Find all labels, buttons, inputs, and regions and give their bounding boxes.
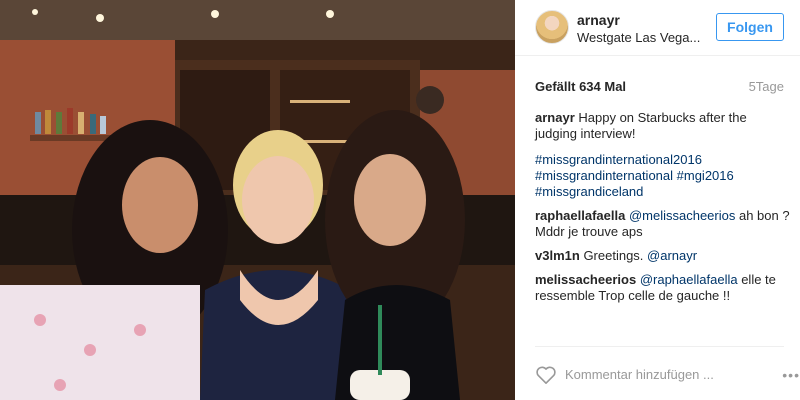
post-photo[interactable] [0, 0, 515, 400]
comment-username[interactable]: v3lm1n [535, 248, 580, 263]
caption: arnayr Happy on Starbucks after the judg… [535, 110, 790, 200]
post-panel: arnayr Westgate Las Vega... Folgen Gefäl… [515, 0, 800, 400]
comment-mention[interactable]: @raphaellafaella [640, 272, 738, 287]
comment-mention[interactable]: @arnayr [647, 248, 697, 263]
heart-icon[interactable] [535, 365, 557, 385]
follow-button[interactable]: Folgen [716, 13, 784, 41]
comment: v3lm1n Greetings. @arnayr [535, 248, 790, 264]
post-time[interactable]: 5Tage [749, 79, 784, 94]
comment-input[interactable]: Kommentar hinzufügen ... [565, 367, 714, 382]
comment: melissacheerios @raphaellafaella elle te… [535, 272, 790, 304]
post-footer: Kommentar hinzufügen ... ••• [535, 346, 799, 400]
comment-text: Greetings. [583, 248, 644, 263]
post-header: arnayr Westgate Las Vega... Folgen [515, 0, 800, 56]
photo-illustration [0, 0, 515, 400]
hashtag[interactable]: #missgrandinternational2016 [535, 152, 790, 168]
comment: raphaellafaella @melissacheerios ah bon … [535, 208, 790, 240]
comment-username[interactable]: melissacheerios [535, 272, 636, 287]
caption-username[interactable]: arnayr [535, 110, 575, 125]
comment-mention[interactable]: @melissacheerios [629, 208, 735, 223]
hashtag[interactable]: #missgrandiceland [535, 184, 790, 200]
location[interactable]: Westgate Las Vega... [577, 30, 700, 45]
username[interactable]: arnayr [577, 12, 620, 28]
likes-count[interactable]: Gefällt 634 Mal [535, 79, 626, 94]
avatar[interactable] [535, 10, 569, 44]
comment-username[interactable]: raphaellafaella [535, 208, 625, 223]
caption-hashtags: #missgrandinternational2016 #missgrandin… [535, 152, 790, 200]
comments-list: arnayr Happy on Starbucks after the judg… [535, 110, 790, 312]
hashtag[interactable]: #missgrandinternational #mgi2016 [535, 168, 790, 184]
more-options-icon[interactable]: ••• [782, 367, 800, 383]
